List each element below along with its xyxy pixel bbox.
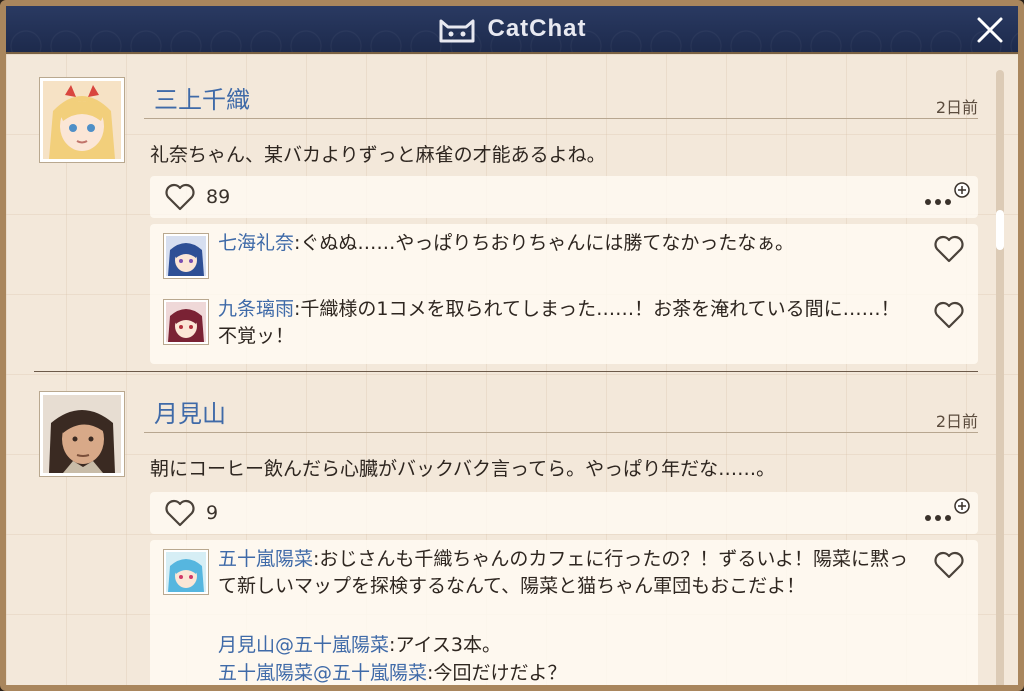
more-options-button[interactable] — [922, 496, 972, 530]
divider — [144, 118, 978, 119]
scroll-thumb[interactable] — [996, 210, 1004, 250]
reply-avatar[interactable] — [164, 234, 208, 278]
mention-to[interactable]: 五十嵐陽菜 — [332, 662, 427, 684]
avatar-reina-image — [166, 236, 206, 276]
like-button[interactable]: 9 — [164, 499, 218, 527]
reply-body: 七海礼奈:ぐぬぬ……やっぱりちおりちゃんには勝てなかったなぁ。 — [218, 230, 918, 257]
like-button[interactable]: 89 — [164, 183, 230, 211]
reply-avatar[interactable] — [164, 550, 208, 594]
mention-text: アイス3本。 — [395, 634, 502, 656]
at-sign: @ — [313, 662, 333, 684]
reply: 九条璃雨:千織様の1コメを取られてしまった……！お茶を淹れている間に……！不覚ッ… — [164, 296, 964, 350]
mention-text: 今回だけだよ？ — [433, 662, 567, 684]
post-text: 朝にコーヒー飲んだら心臓がバックバク言ってら。やっぱり年だな……。 — [150, 458, 776, 480]
mention-reply: 月見山@五十嵐陽菜:アイス3本。 — [218, 632, 501, 659]
avatar[interactable] — [40, 392, 124, 476]
avatar-hina-image — [166, 552, 206, 592]
reply-author[interactable]: 九条璃雨 — [218, 298, 294, 320]
app-title: CatChat — [6, 14, 1018, 44]
reply-body: 五十嵐陽菜:おじさんも千織ちゃんのカフェに行ったの？！ずるいよ！陽菜に黙って新し… — [218, 546, 918, 600]
at-sign: @ — [275, 634, 295, 656]
heart-icon — [934, 235, 964, 263]
avatar-chiori-image — [43, 81, 121, 159]
reply: 五十嵐陽菜:おじさんも千織ちゃんのカフェに行ったの？！ずるいよ！陽菜に黙って新し… — [164, 546, 964, 600]
heart-icon — [934, 551, 964, 579]
replies: 七海礼奈:ぐぬぬ……やっぱりちおりちゃんには勝てなかったなぁ。 九条璃雨:千織様… — [150, 224, 978, 364]
more-options-button[interactable] — [922, 180, 972, 214]
reply-text: おじさんも千織ちゃんのカフェに行ったの？！ずるいよ！陽菜に黙って新しいマップを探… — [218, 548, 909, 597]
like-count: 89 — [206, 186, 231, 208]
heart-icon — [165, 499, 195, 527]
avatar-riu-image — [166, 302, 206, 342]
mention-reply: 五十嵐陽菜@五十嵐陽菜:今回だけだよ？ — [218, 660, 566, 685]
timestamp: 2日前 — [935, 412, 978, 431]
close-button[interactable] — [970, 10, 1010, 50]
more-plus-icon — [925, 182, 970, 205]
heart-icon — [165, 183, 195, 211]
post-text: 礼奈ちゃん、某バカよりずっと麻雀の才能あるよね。 — [150, 144, 606, 166]
action-bar: 89 — [150, 176, 978, 218]
scrollbar[interactable] — [996, 70, 1004, 685]
cat-logo-icon — [439, 19, 475, 43]
author-name[interactable]: 三上千織 — [154, 80, 250, 115]
catchat-window: CatChat 三上千織 2日前 礼奈ちゃん、某バカよりずっと麻雀の才能あるよね… — [0, 0, 1024, 691]
reply-body: 九条璃雨:千織様の1コメを取られてしまった……！お茶を淹れている間に……！不覚ッ… — [218, 296, 918, 350]
reply-text: ぐぬぬ……やっぱりちおりちゃんには勝てなかったなぁ。 — [300, 232, 795, 254]
avatar-tsukimiyama-image — [43, 395, 121, 473]
more-plus-icon — [925, 498, 970, 521]
reply: 七海礼奈:ぐぬぬ……やっぱりちおりちゃんには勝てなかったなぁ。 — [164, 230, 964, 278]
action-bar: 9 — [150, 492, 978, 534]
avatar[interactable] — [40, 78, 124, 162]
reply-author[interactable]: 五十嵐陽菜 — [218, 548, 313, 570]
heart-icon — [934, 301, 964, 329]
reply-like-button[interactable] — [932, 550, 966, 580]
reply-author[interactable]: 七海礼奈 — [218, 232, 294, 254]
title-bar: CatChat — [6, 6, 1018, 54]
replies: 五十嵐陽菜:おじさんも千織ちゃんのカフェに行ったの？！ずるいよ！陽菜に黙って新し… — [150, 540, 978, 685]
reply-text: 千織様の1コメを取られてしまった……！お茶を淹れている間に……！不覚ッ！ — [218, 298, 900, 347]
app-title-text: CatChat — [487, 15, 587, 42]
mention-from[interactable]: 月見山 — [218, 634, 275, 656]
timestamp: 2日前 — [935, 98, 978, 117]
reply-avatar[interactable] — [164, 300, 208, 344]
close-icon — [977, 17, 1003, 43]
post-divider — [34, 371, 978, 372]
mention-from[interactable]: 五十嵐陽菜 — [218, 662, 313, 684]
feed[interactable]: 三上千織 2日前 礼奈ちゃん、某バカよりずっと麻雀の才能あるよね。 89 七海礼… — [6, 54, 1018, 685]
mention-to[interactable]: 五十嵐陽菜 — [294, 634, 389, 656]
divider — [144, 432, 978, 433]
reply-like-button[interactable] — [932, 300, 966, 330]
author-name[interactable]: 月見山 — [154, 394, 226, 429]
like-count: 9 — [206, 502, 219, 524]
reply-like-button[interactable] — [932, 234, 966, 264]
